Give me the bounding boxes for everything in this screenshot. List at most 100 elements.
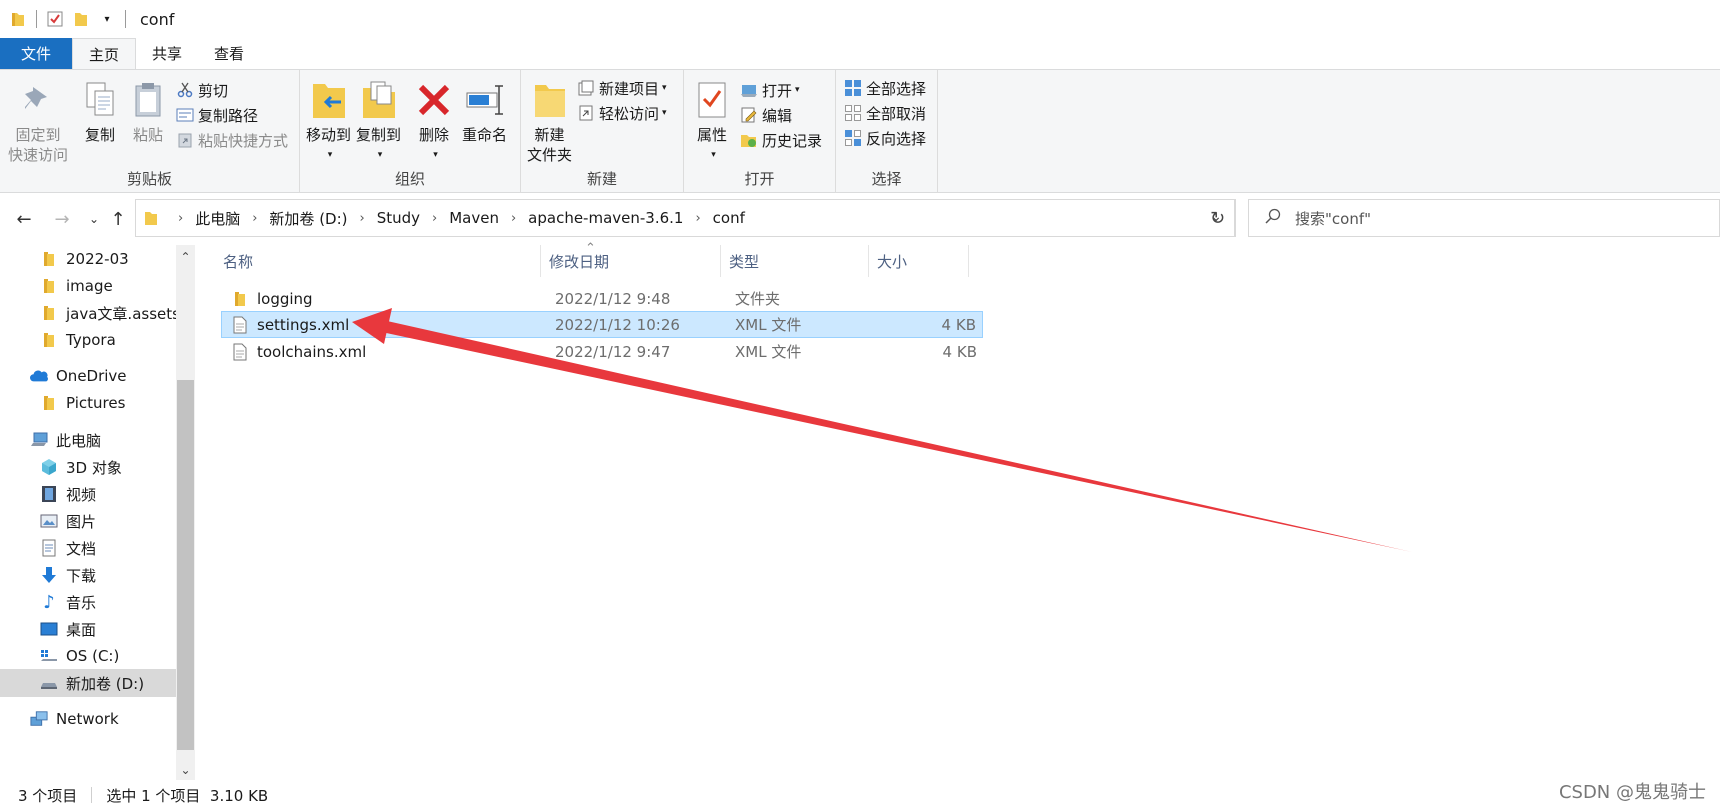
tab-share[interactable]: 共享: [136, 38, 198, 69]
open-button[interactable]: 打开 ▾: [740, 78, 800, 102]
file-name: logging: [257, 289, 313, 308]
easy-access-button[interactable]: 轻松访问 ▾: [577, 101, 667, 125]
new-folder-icon: [530, 78, 570, 122]
copy-button[interactable]: 复制: [80, 78, 120, 145]
select-none-button[interactable]: 全部取消: [844, 101, 926, 125]
back-arrow-icon[interactable]: ←: [12, 207, 36, 231]
breadcrumb-separator-icon: ›: [359, 210, 365, 226]
paste-shortcut-button[interactable]: 粘贴快捷方式: [176, 128, 288, 152]
file-row-logging[interactable]: logging 2022/1/12 9:48 文件夹: [221, 285, 983, 312]
nav-item-documents[interactable]: 文档: [40, 534, 96, 562]
column-header-type[interactable]: 类型: [721, 245, 869, 277]
file-row-settings-xml[interactable]: settings.xml 2022/1/12 10:26 XML 文件 4 KB: [221, 311, 983, 338]
nav-item-drive-d[interactable]: 新加卷 (D:): [0, 669, 176, 697]
tab-home[interactable]: 主页: [72, 38, 137, 69]
nav-item-this-pc[interactable]: 此电脑: [30, 426, 101, 454]
breadcrumb-drive-d[interactable]: 新加卷 (D:): [269, 208, 347, 229]
windows-drive-icon: [40, 647, 58, 665]
file-size: 4 KB: [941, 315, 976, 334]
new-item-button[interactable]: 新建项目 ▾: [577, 76, 667, 100]
move-to-button[interactable]: 移动到 ▾: [306, 78, 351, 165]
file-size: 4 KB: [942, 342, 977, 361]
column-header-date[interactable]: 修改日期: [541, 245, 721, 277]
nav-item-label: 3D 对象: [66, 458, 122, 477]
select-none-label: 全部取消: [866, 104, 927, 123]
pin-to-quick-access-button[interactable]: 固定到 快速访问: [8, 78, 68, 165]
history-button[interactable]: 历史记录: [740, 128, 822, 152]
nav-item-java-assets[interactable]: java文章.assets: [40, 299, 180, 327]
nav-item-desktop[interactable]: 桌面: [40, 615, 96, 643]
nav-item-downloads[interactable]: 下载: [40, 561, 96, 589]
desktop-icon: [40, 620, 58, 638]
nav-item-3d-objects[interactable]: 3D 对象: [40, 453, 122, 481]
copy-to-label: 复制到: [356, 126, 402, 144]
edit-button[interactable]: 编辑: [740, 103, 792, 127]
nav-item-drive-c[interactable]: OS (C:): [40, 642, 119, 670]
properties-check-icon[interactable]: [47, 11, 63, 27]
scroll-down-chevron-icon[interactable]: ⌄: [176, 760, 195, 780]
breadcrumb-separator-icon: ›: [695, 210, 701, 226]
copy-to-button[interactable]: 复制到 ▾: [356, 78, 401, 165]
nav-item-pictures[interactable]: Pictures: [40, 389, 125, 417]
network-icon: [30, 710, 48, 728]
xml-file-icon: [231, 343, 249, 361]
nav-item-label: 桌面: [66, 620, 97, 639]
up-arrow-icon[interactable]: ↑: [106, 207, 130, 231]
nav-item-typora[interactable]: Typora: [40, 326, 116, 354]
tab-view[interactable]: 查看: [198, 38, 260, 69]
new-folder-button[interactable]: 新建 文件夹: [527, 78, 572, 165]
nav-item-pictures-library[interactable]: 图片: [40, 507, 96, 535]
window-title: conf: [140, 9, 175, 29]
copy-path-button[interactable]: 复制路径: [176, 103, 258, 127]
folder-icon: [40, 250, 58, 268]
new-group: 新建 文件夹 新建项目 ▾ 轻松访问 ▾ 新建: [521, 70, 684, 193]
refresh-icon[interactable]: ↻: [1200, 199, 1236, 237]
delete-button[interactable]: 删除 ▾: [414, 78, 454, 165]
clipboard-group-label: 剪贴板: [126, 170, 172, 188]
breadcrumb-study[interactable]: Study: [377, 209, 420, 227]
video-film-icon: [40, 485, 58, 503]
scrollbar-thumb[interactable]: [177, 380, 194, 750]
picture-icon: [40, 512, 58, 530]
nav-item-image[interactable]: image: [40, 272, 113, 300]
search-box[interactable]: 搜索"conf": [1248, 199, 1720, 237]
ribbon-tabs: 文件 主页 共享 查看: [0, 38, 1720, 69]
computer-icon: [30, 431, 48, 449]
pin-label-line2: 快速访问: [8, 146, 69, 164]
rename-button[interactable]: 重命名: [462, 78, 507, 145]
scroll-up-chevron-icon[interactable]: ⌃: [176, 247, 195, 267]
select-all-button[interactable]: 全部选择: [844, 76, 926, 100]
cut-button[interactable]: 剪切: [176, 78, 228, 102]
nav-item-network[interactable]: Network: [30, 705, 119, 733]
file-type: 文件夹: [735, 290, 781, 308]
nav-item-2022-03[interactable]: 2022-03: [40, 245, 129, 273]
invert-selection-button[interactable]: 反向选择: [844, 126, 926, 150]
xml-file-icon: [231, 316, 249, 334]
title-divider: [125, 10, 126, 28]
column-header-name[interactable]: 名称: [215, 245, 541, 277]
file-row-toolchains-xml[interactable]: toolchains.xml 2022/1/12 9:47 XML 文件 4 K…: [221, 338, 983, 365]
nav-item-music[interactable]: ♪ 音乐: [40, 588, 96, 616]
recent-locations-chevron-icon[interactable]: ⌄: [82, 207, 106, 231]
customize-dropdown-icon[interactable]: ▾: [99, 11, 115, 27]
new-folder-icon[interactable]: [73, 11, 89, 27]
nav-item-onedrive[interactable]: OneDrive: [30, 362, 127, 390]
nav-item-label: 此电脑: [56, 431, 102, 450]
breadcrumb-conf[interactable]: conf: [713, 209, 745, 227]
nav-item-videos[interactable]: 视频: [40, 480, 96, 508]
column-header-size[interactable]: 大小: [869, 245, 969, 277]
tab-file[interactable]: 文件: [0, 38, 72, 69]
paste-button[interactable]: 粘贴: [128, 78, 168, 145]
document-icon: [40, 539, 58, 557]
navigation-pane-scrollbar[interactable]: ⌃ ⌄: [176, 245, 195, 780]
column-date-label: 修改日期: [549, 252, 610, 271]
breadcrumb-separator-icon: ›: [178, 210, 184, 226]
history-icon: [740, 131, 758, 149]
ribbon: 固定到 快速访问 复制 粘贴 剪切 复制路径 粘贴快捷方式 剪贴板 移动到 ▾ …: [0, 69, 1720, 193]
breadcrumb-apache-maven[interactable]: apache-maven-3.6.1: [528, 209, 683, 227]
properties-button[interactable]: 属性 ▾: [692, 78, 732, 165]
breadcrumb-maven[interactable]: Maven: [449, 209, 499, 227]
address-bar[interactable]: › 此电脑 › 新加卷 (D:) › Study › Maven › apach…: [135, 199, 1235, 237]
breadcrumb-this-pc[interactable]: 此电脑: [195, 208, 240, 229]
forward-arrow-icon[interactable]: →: [50, 207, 74, 231]
